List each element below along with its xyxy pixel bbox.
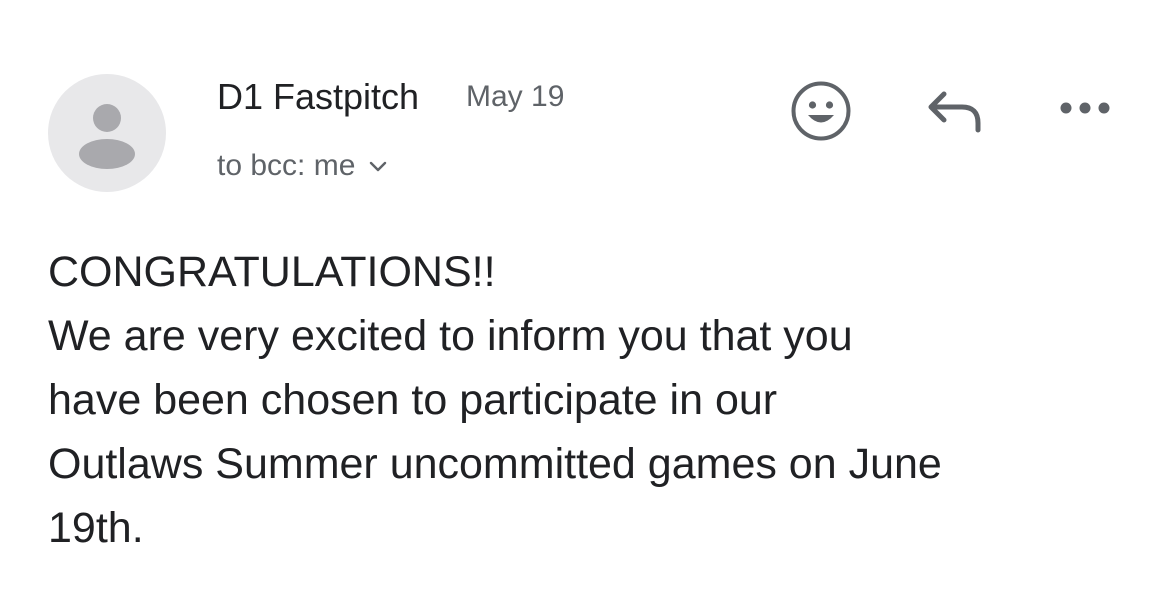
email-body: CONGRATULATIONS!! We are very excited to…: [48, 240, 1138, 560]
more-options-button[interactable]: [1058, 94, 1112, 122]
add-reaction-button[interactable]: [790, 80, 852, 142]
email-body-line: Outlaws Summer uncommitted games on June: [48, 440, 942, 488]
email-date: May 19: [466, 80, 565, 113]
more-options-icon: [1060, 102, 1110, 114]
reply-button[interactable]: [924, 86, 986, 136]
person-avatar-icon: [79, 104, 135, 169]
recipients-label: to bcc: me: [217, 149, 356, 182]
sender-name[interactable]: D1 Fastpitch: [217, 76, 419, 118]
reply-arrow-icon: [928, 91, 981, 133]
email-body-line: have been chosen to participate in our: [48, 376, 778, 424]
recipients-toggle[interactable]: to bcc: me: [217, 146, 387, 186]
email-body-line: 19th.: [48, 504, 144, 552]
email-body-line: We are very excited to inform you that y…: [48, 312, 853, 360]
email-header: D1 Fastpitch May 19 to bcc: me: [0, 0, 1170, 210]
email-body-line: CONGRATULATIONS!!: [48, 248, 496, 296]
chevron-down-icon: [370, 161, 387, 172]
smiley-emoji-icon: [791, 81, 851, 141]
sender-avatar[interactable]: [48, 74, 166, 192]
